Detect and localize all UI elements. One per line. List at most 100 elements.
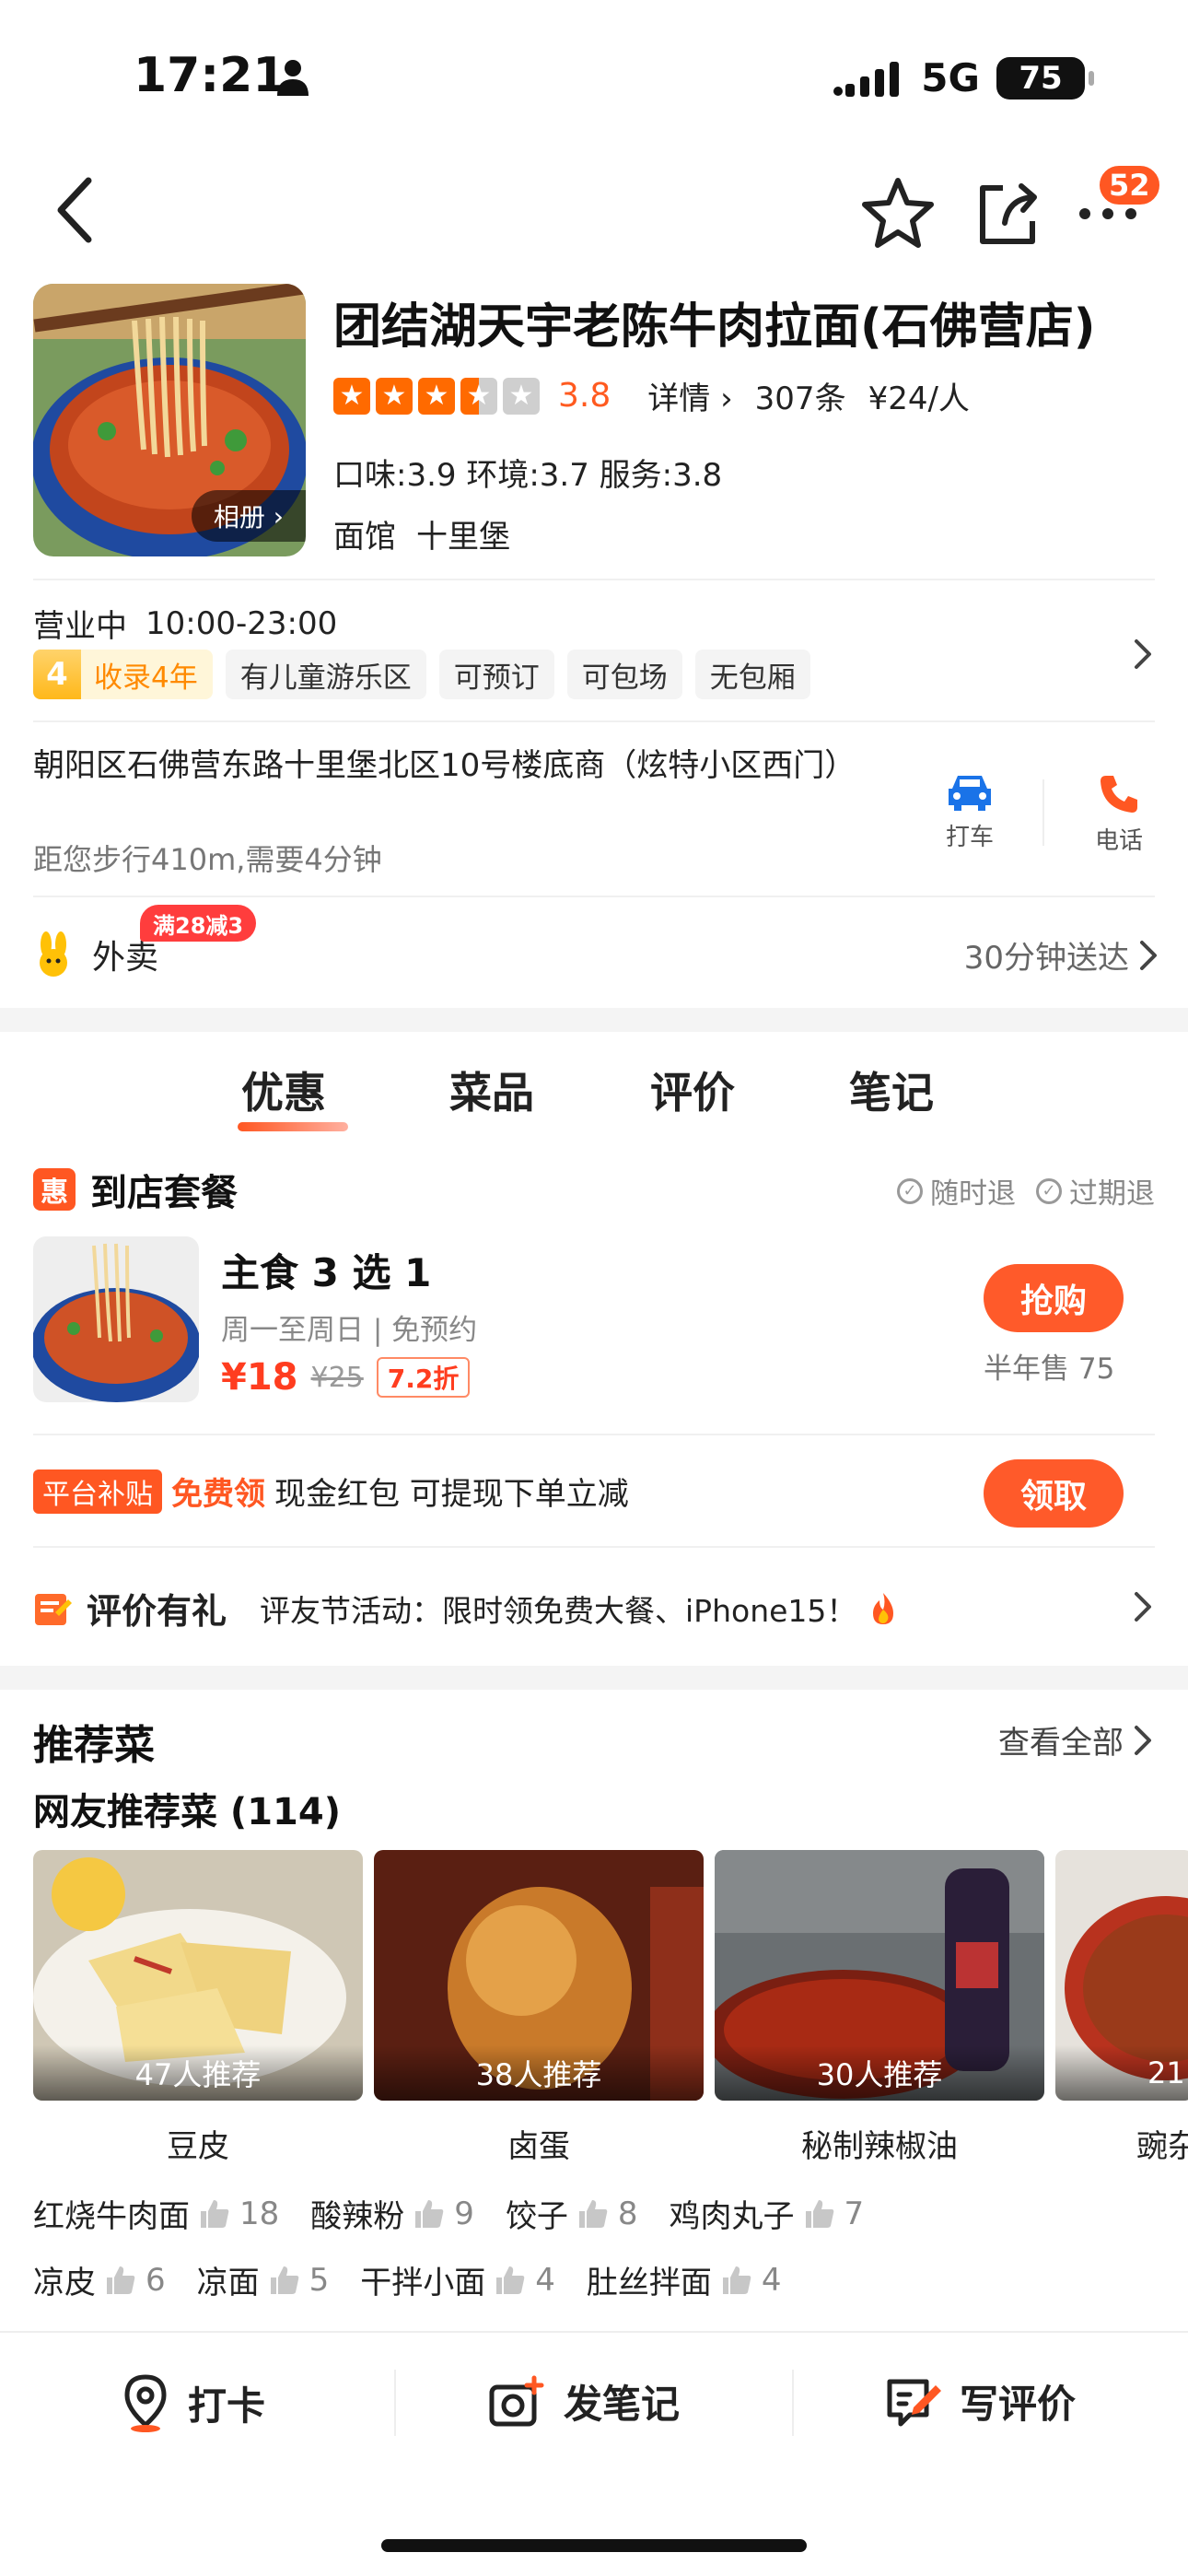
thumbs-up-icon <box>270 2266 298 2294</box>
view-all-link[interactable]: 查看全部 <box>998 1717 1155 1762</box>
dish-chip[interactable]: 饺子 8 <box>506 2191 638 2236</box>
takeaway-rabbit-icon <box>40 931 67 977</box>
chevron-right-icon <box>1140 940 1157 970</box>
address[interactable]: 朝阳区石佛营东路十里堡北区10号楼底商（炫特小区西门） <box>33 744 862 787</box>
feature-tags[interactable]: 4 收录4年 有儿童游乐区 可预订 可包场 无包厢 <box>33 650 810 699</box>
dish-card[interactable]: 47人推荐 豆皮 <box>33 1850 363 2166</box>
person-icon <box>277 60 309 96</box>
rating-row: ★ ★ ★ ★ ★ 3.8 详情 › 307条 ¥24/人 <box>333 373 970 418</box>
detail-link[interactable]: 详情 › <box>647 373 732 418</box>
dish-card[interactable]: 21 豌杂 <box>1055 1850 1188 2166</box>
review-promo-text: 评友节活动：限时领免费大餐、iPhone15！ <box>260 1592 857 1629</box>
dish-photo: 38人推荐 <box>374 1850 704 2101</box>
album-button[interactable]: 相册 › <box>191 490 306 542</box>
home-indicator[interactable] <box>381 2539 807 2552</box>
refund-guarantees: ✓ 随时退 ✓ 过期退 <box>897 1170 1155 1212</box>
taxi-button[interactable]: 打车 <box>919 772 1020 852</box>
hours-time: 10:00-23:00 <box>146 604 338 642</box>
claim-button[interactable]: 领取 <box>984 1459 1124 1528</box>
dish-name: 豌杂 <box>1136 2128 1188 2165</box>
car-icon <box>949 776 991 811</box>
chevron-right-icon[interactable] <box>1131 636 1155 673</box>
guarantee-item: ✓ 随时退 <box>897 1170 1016 1212</box>
write-review-icon <box>887 2379 941 2426</box>
chip-name: 凉皮 <box>33 2265 96 2301</box>
write-review-button[interactable]: 写评价 <box>886 2373 1076 2430</box>
dish-recommend-count: 38人推荐 <box>374 2045 704 2101</box>
category-row: 面馆 十里堡 <box>333 511 510 556</box>
feature-tag: 有儿童游乐区 <box>225 650 426 699</box>
chevron-right-icon[interactable] <box>1131 1588 1155 1625</box>
network-type: 5G <box>921 55 980 100</box>
dish-carousel[interactable]: 47人推荐 豆皮 38人推荐 卤蛋 30人推荐 秘制辣椒油 21 豌杂 <box>33 1850 1188 2166</box>
category[interactable]: 面馆 <box>333 511 396 556</box>
delivery-time[interactable]: 30分钟送达 <box>964 932 1160 978</box>
chip-name: 红烧牛肉面 <box>33 2198 190 2235</box>
favorite-star-icon[interactable] <box>861 175 935 249</box>
dish-chip-row: 凉皮 6 凉面 5 干拌小面 4 肚丝拌面 4 <box>33 2257 782 2302</box>
checkin-button[interactable]: 打卡 <box>120 2373 265 2432</box>
review-count: 307条 <box>754 381 846 417</box>
message-count-badge: 52 <box>1096 162 1163 208</box>
dish-chip[interactable]: 凉面 5 <box>197 2257 330 2302</box>
review-promo-row[interactable]: 评价有礼 评友节活动：限时领免费大餐、iPhone15！ <box>33 1583 897 1633</box>
dish-card[interactable]: 38人推荐 卤蛋 <box>374 1850 704 2166</box>
subsidy-free: 免费领 <box>171 1476 265 1513</box>
package-photo[interactable] <box>33 1236 199 1402</box>
battery-indicator: 75 <box>996 56 1094 100</box>
action-separator <box>1042 779 1044 846</box>
area[interactable]: 十里堡 <box>416 511 510 556</box>
dish-chip[interactable]: 鸡肉丸子 7 <box>670 2191 865 2236</box>
dish-chip[interactable]: 红烧牛肉面 18 <box>33 2191 279 2236</box>
chip-count: 6 <box>146 2261 166 2299</box>
phone-button[interactable]: 电话 <box>1068 772 1170 856</box>
shop-photo[interactable]: 相册 › <box>33 284 306 556</box>
thumbs-up-icon <box>722 2266 751 2294</box>
tab-dishes[interactable]: 菜品 <box>449 1060 534 1120</box>
sold-count: 半年售 75 <box>984 1352 1115 1386</box>
years-tag: 4 收录4年 <box>33 650 213 699</box>
bottom-action-bar: 打卡 发笔记 写评价 <box>0 2331 1188 2469</box>
chip-count: 4 <box>761 2261 782 2299</box>
dish-card[interactable]: 30人推荐 秘制辣椒油 <box>715 1850 1044 2166</box>
dish-chip[interactable]: 酸辣粉 9 <box>310 2191 474 2236</box>
tab-reviews[interactable]: 评价 <box>650 1060 735 1120</box>
battery-level: 75 <box>1019 59 1063 97</box>
dish-chip[interactable]: 干拌小面 4 <box>360 2257 555 2302</box>
dish-chip[interactable]: 凉皮 6 <box>33 2257 166 2302</box>
star-full-icon: ★ <box>333 377 370 415</box>
share-icon[interactable] <box>972 177 1043 249</box>
tab-offers[interactable]: 优惠 <box>241 1060 326 1120</box>
section-gap <box>0 1666 1188 1690</box>
chip-name: 干拌小面 <box>360 2265 486 2301</box>
back-icon[interactable] <box>52 175 99 245</box>
tab-notes[interactable]: 笔记 <box>849 1060 934 1120</box>
post-note-button[interactable]: 发笔记 <box>488 2373 680 2430</box>
review-gift-icon <box>35 1593 72 1625</box>
chip-count: 4 <box>535 2261 555 2299</box>
star-full-icon: ★ <box>418 377 455 415</box>
location-pin-icon <box>124 2374 167 2432</box>
package-discount: 7.2折 <box>376 1357 471 1398</box>
package-price-row: ¥18 ¥25 7.2折 <box>221 1356 471 1399</box>
chip-count: 9 <box>454 2195 474 2232</box>
dish-photo: 21 <box>1055 1850 1188 2101</box>
divider <box>33 1546 1155 1548</box>
chip-count: 18 <box>239 2195 280 2232</box>
feature-tag: 可预订 <box>438 650 554 699</box>
review-promo-title: 评价有礼 <box>87 1591 227 1632</box>
package-name[interactable]: 主食 3 选 1 <box>221 1242 431 1298</box>
dish-chip[interactable]: 肚丝拌面 4 <box>587 2257 782 2302</box>
rating-score: 3.8 <box>558 377 611 415</box>
dish-recommend-count: 47人推荐 <box>33 2045 363 2101</box>
phone-icon <box>1101 776 1137 813</box>
recommend-subtitle: 网友推荐菜 (114) <box>33 1791 341 1833</box>
dish-recommend-count: 30人推荐 <box>715 2045 1044 2101</box>
taxi-label: 打车 <box>945 824 994 851</box>
walking-distance: 距您步行410m,需要4分钟 <box>33 842 382 877</box>
chip-name: 凉面 <box>196 2265 260 2301</box>
recommend-title: 推荐菜 <box>33 1722 155 1769</box>
dish-chip-row: 红烧牛肉面 18 酸辣粉 9 饺子 8 鸡肉丸子 7 <box>33 2191 864 2236</box>
buy-button[interactable]: 抢购 <box>984 1264 1124 1332</box>
view-all-label: 查看全部 <box>998 1725 1124 1762</box>
